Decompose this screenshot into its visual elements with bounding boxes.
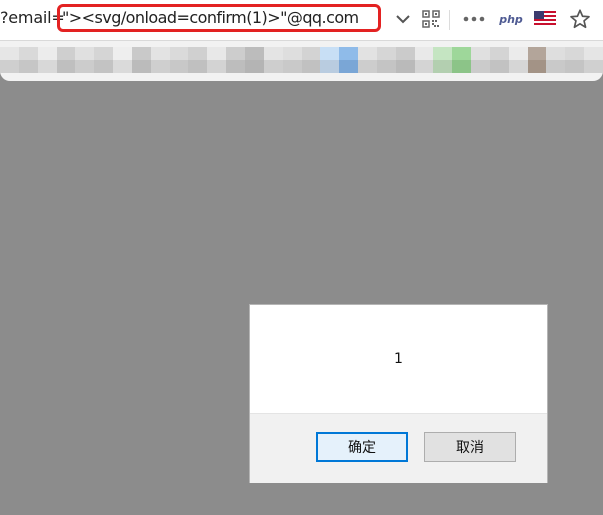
pixel-block: [150, 47, 170, 73]
dialog-footer: 确定 取消: [250, 413, 547, 483]
pixel-block: [244, 47, 264, 73]
pixelated-bookmarks: [0, 47, 603, 73]
chevron-down-icon[interactable]: [392, 6, 414, 32]
qr-code-icon[interactable]: [420, 6, 442, 32]
pixel-block: [75, 47, 95, 73]
pixel-block: [339, 47, 359, 73]
pixel-block: [414, 47, 434, 73]
toolbar-divider: [449, 10, 450, 30]
pixel-block: [37, 47, 57, 73]
bookmarks-bar: [0, 41, 603, 81]
pixel-block: [508, 47, 528, 73]
pixel-block: [188, 47, 208, 73]
php-extension-icon[interactable]: php: [496, 6, 526, 32]
pixel-block: [18, 47, 38, 73]
pixel-block: [56, 47, 76, 73]
pixel-block: [527, 47, 547, 73]
pixel-block: [263, 47, 283, 73]
pixel-block: [376, 47, 396, 73]
pixel-block: [169, 47, 189, 73]
browser-toolbar: ?email= "><svg/onload=confirm(1)>"@qq.co…: [0, 0, 603, 41]
pixel-block: [584, 47, 603, 73]
pixel-block: [471, 47, 490, 73]
pixel-block: [320, 47, 340, 73]
dialog-message: 1: [394, 351, 403, 367]
pixel-block: [433, 47, 453, 73]
us-flag-icon[interactable]: [533, 6, 557, 32]
pixel-block: [395, 47, 415, 73]
cancel-button[interactable]: 取消: [424, 432, 516, 462]
pixel-block: [282, 47, 302, 73]
pixel-block: [452, 47, 472, 73]
php-label: php: [499, 12, 523, 26]
pixel-block: [226, 47, 245, 73]
pixel-block: [113, 47, 132, 73]
pixel-block: [94, 47, 114, 73]
pixel-block: [489, 47, 509, 73]
star-icon[interactable]: [567, 6, 593, 32]
pixel-block: [0, 47, 19, 73]
more-dots-icon[interactable]: [462, 6, 486, 32]
pixel-block: [565, 47, 585, 73]
pixel-block: [546, 47, 566, 73]
pixel-block: [301, 47, 321, 73]
alert-dialog: 1 确定 取消: [249, 304, 548, 483]
url-payload-text[interactable]: "><svg/onload=confirm(1)>"@qq.com: [62, 8, 359, 27]
ok-button[interactable]: 确定: [316, 432, 408, 462]
pixel-block: [207, 47, 227, 73]
pixel-block: [131, 47, 151, 73]
pixel-block: [358, 47, 377, 73]
url-prefix-text[interactable]: ?email=: [0, 8, 65, 27]
dialog-body: 1: [250, 305, 547, 413]
